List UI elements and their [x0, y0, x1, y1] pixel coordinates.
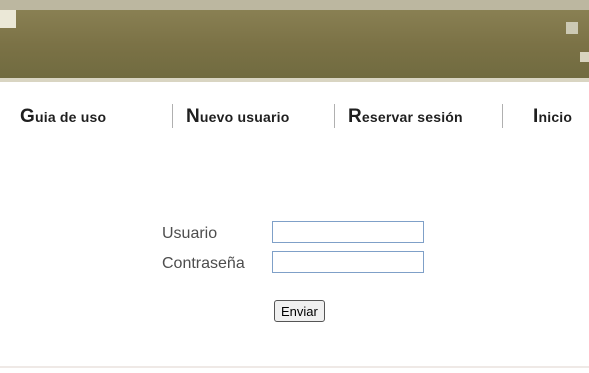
- password-input[interactable]: [272, 251, 424, 273]
- nav-initial: N: [186, 106, 200, 127]
- nav-initial: G: [20, 106, 35, 127]
- user-input[interactable]: [272, 221, 424, 243]
- nav-label: nicio: [538, 109, 573, 125]
- banner-top-strip: [0, 0, 589, 10]
- nav-label: uia de uso: [34, 109, 107, 125]
- banner-bottom-strip: [0, 78, 589, 82]
- nav-guia-de-uso[interactable]: Guia de uso: [20, 106, 106, 128]
- banner-decor-block: [566, 22, 578, 34]
- nav-reservar-sesion[interactable]: Reservar sesión: [348, 106, 463, 128]
- nav-divider: [334, 104, 335, 128]
- nav-divider: [502, 104, 503, 128]
- nav-inicio[interactable]: Inicio: [533, 106, 572, 128]
- header-banner: [0, 0, 589, 82]
- nav-initial: R: [348, 106, 362, 127]
- password-label: Contraseña: [162, 255, 245, 272]
- footer-divider: [0, 366, 589, 368]
- nav-divider: [172, 104, 173, 128]
- nav-label: eservar sesión: [361, 109, 463, 125]
- banner-decor-block: [580, 52, 589, 62]
- nav-label: uevo usuario: [199, 109, 290, 125]
- main-nav: Guia de uso Nuevo usuario Reservar sesió…: [0, 100, 589, 132]
- nav-nuevo-usuario[interactable]: Nuevo usuario: [186, 106, 289, 128]
- banner-corner-block: [0, 10, 16, 28]
- user-label: Usuario: [162, 225, 218, 242]
- submit-button[interactable]: Enviar: [274, 300, 325, 322]
